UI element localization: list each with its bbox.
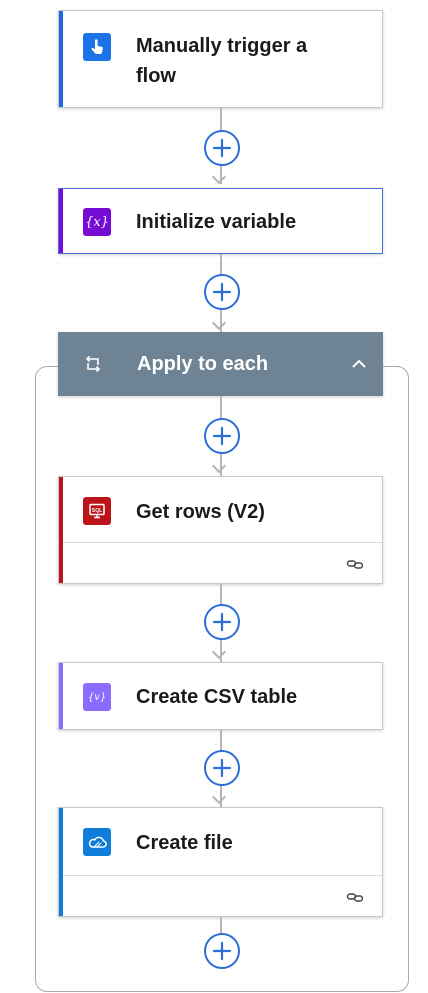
action-card-initialize-variable[interactable]: {x} Initialize variable (58, 188, 383, 254)
insert-step-button[interactable] (204, 933, 240, 969)
card-footer (63, 542, 382, 583)
sql-server-icon: SQL (83, 497, 111, 525)
connector-arrow-icon (211, 315, 227, 331)
init-variable-title: Initialize variable (136, 211, 297, 233)
apply-to-each-title: Apply to each (137, 353, 269, 375)
insert-step-button[interactable] (204, 274, 240, 310)
action-card-create-file[interactable]: Create file (58, 807, 383, 917)
insert-step-button[interactable] (204, 418, 240, 454)
trigger-title: Manually trigger a flow (136, 35, 308, 87)
create-file-title: Create file (136, 832, 233, 854)
trigger-card-manually-trigger[interactable]: Manually trigger a flow (58, 10, 383, 108)
chevron-up-icon[interactable] (347, 352, 371, 376)
get-rows-title: Get rows (V2) (136, 501, 265, 523)
apply-to-each-header[interactable]: Apply to each (58, 332, 383, 396)
card-accent-bar (59, 189, 63, 253)
link-icon[interactable] (346, 888, 364, 906)
data-operation-icon-glyph: {v} (87, 691, 107, 703)
create-csv-title: Create CSV table (136, 686, 298, 708)
onedrive-icon (83, 828, 111, 856)
action-card-create-csv-table[interactable]: {v} Create CSV table (58, 662, 383, 730)
link-icon[interactable] (346, 555, 364, 573)
card-accent-bar (59, 663, 63, 729)
variable-icon-glyph: {x} (85, 214, 109, 230)
variable-icon: {x} (83, 208, 111, 236)
card-footer (63, 875, 382, 916)
card-accent-bar (59, 11, 63, 107)
action-card-get-rows[interactable]: SQL Get rows (V2) (58, 476, 383, 584)
flow-canvas: Manually trigger a flow {x} Initialize v… (0, 0, 428, 993)
insert-step-button[interactable] (204, 750, 240, 786)
hand-pointer-icon (83, 33, 111, 61)
insert-step-button[interactable] (204, 130, 240, 166)
data-operation-icon: {v} (83, 683, 111, 711)
svg-text:SQL: SQL (92, 508, 102, 514)
insert-step-button[interactable] (204, 604, 240, 640)
loop-icon (85, 355, 101, 373)
connector-arrow-icon (211, 169, 227, 185)
